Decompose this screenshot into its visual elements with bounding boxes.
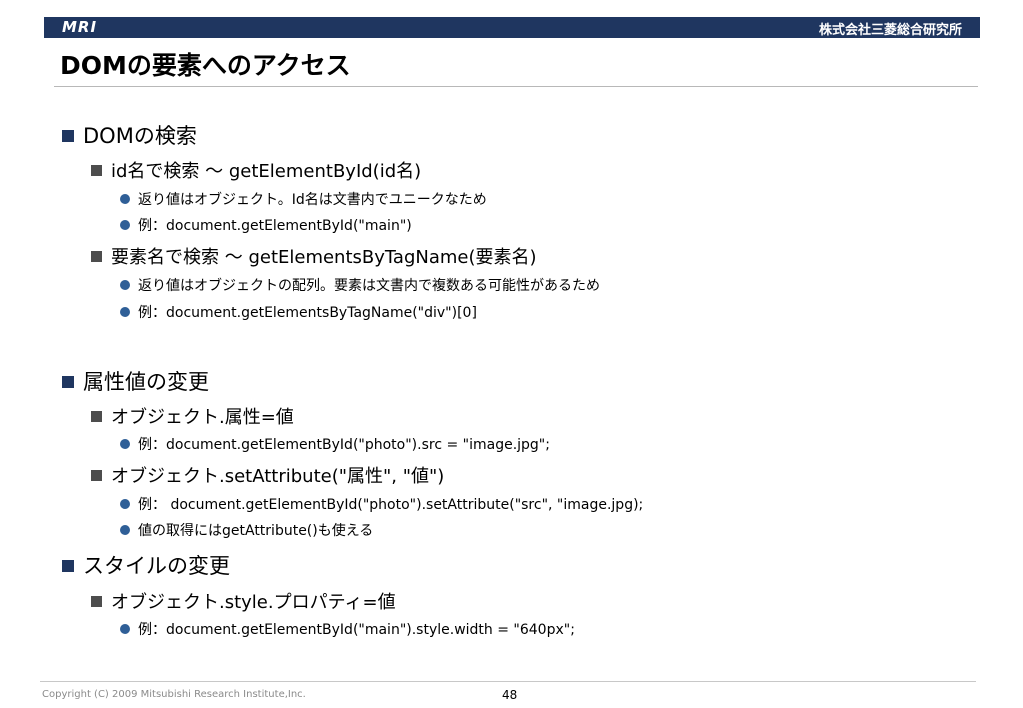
bullet-point: 返り値はオブジェクトの配列。要素は文書内で複数ある可能性があるため [120, 275, 600, 295]
bullet-point: 例： document.getElementById("photo").setA… [120, 494, 643, 514]
section-heading-dom-search: DOMの検索 [62, 120, 197, 150]
square-bullet-icon [91, 470, 102, 481]
item-set-attribute: オブジェクト.setAttribute("属性", "値") [91, 462, 444, 488]
bullet-text: 例：document.getElementById("photo").src =… [138, 437, 550, 453]
circle-bullet-icon [120, 439, 130, 449]
circle-bullet-icon [120, 499, 130, 509]
square-bullet-icon [62, 130, 74, 142]
section-heading-text: 属性値の変更 [83, 370, 209, 394]
bullet-point: 例：document.getElementById("main") [120, 215, 412, 235]
circle-bullet-icon [120, 307, 130, 317]
bullet-point: 例：document.getElementById("photo").src =… [120, 434, 550, 454]
bullet-point: 値の取得にはgetAttribute()も使える [120, 520, 373, 540]
bullet-text: 例：document.getElementsByTagName("div")[0… [138, 305, 477, 321]
item-get-element-by-id: id名で検索 ～ getElementById(id名) [91, 157, 421, 183]
bullet-point: 例：document.getElementById("main").style.… [120, 619, 575, 639]
footer-divider [40, 681, 976, 682]
section-heading-style-change: スタイルの変更 [62, 550, 230, 580]
circle-bullet-icon [120, 194, 130, 204]
bullet-text: 返り値はオブジェクト。Id名は文書内でユニークなため [138, 192, 487, 208]
item-text: 要素名で検索 ～ getElementsByTagName(要素名) [111, 247, 537, 268]
bullet-text: 値の取得にはgetAttribute()も使える [138, 523, 374, 539]
item-text: id名で検索 ～ getElementById(id名) [111, 161, 422, 182]
page-number: 48 [502, 688, 518, 702]
bullet-text: 例： document.getElementById("photo").setA… [138, 497, 644, 513]
square-bullet-icon [62, 560, 74, 572]
slide-content: DOMの検索 id名で検索 ～ getElementById(id名) 返り値は… [0, 0, 1023, 708]
bullet-text: 例：document.getElementById("main") [138, 218, 412, 234]
circle-bullet-icon [120, 624, 130, 634]
square-bullet-icon [91, 411, 102, 422]
bullet-point: 返り値はオブジェクト。Id名は文書内でユニークなため [120, 189, 487, 209]
square-bullet-icon [91, 165, 102, 176]
item-text: オブジェクト.style.プロパティ=値 [111, 592, 396, 613]
square-bullet-icon [91, 596, 102, 607]
circle-bullet-icon [120, 220, 130, 230]
item-object-attribute: オブジェクト.属性=値 [91, 403, 294, 429]
square-bullet-icon [91, 251, 102, 262]
section-heading-attribute-change: 属性値の変更 [62, 366, 209, 396]
section-heading-text: スタイルの変更 [83, 554, 230, 578]
section-heading-text: DOMの検索 [83, 124, 197, 148]
item-get-elements-by-tag-name: 要素名で検索 ～ getElementsByTagName(要素名) [91, 243, 537, 269]
item-text: オブジェクト.setAttribute("属性", "値") [111, 466, 445, 487]
bullet-text: 返り値はオブジェクトの配列。要素は文書内で複数ある可能性があるため [138, 278, 600, 294]
item-object-style-property: オブジェクト.style.プロパティ=値 [91, 588, 396, 614]
circle-bullet-icon [120, 280, 130, 290]
bullet-point: 例：document.getElementsByTagName("div")[0… [120, 302, 477, 322]
item-text: オブジェクト.属性=値 [111, 407, 294, 428]
copyright-notice: Copyright (C) 2009 Mitsubishi Research I… [42, 689, 306, 700]
bullet-text: 例：document.getElementById("main").style.… [138, 622, 575, 638]
circle-bullet-icon [120, 525, 130, 535]
square-bullet-icon [62, 376, 74, 388]
